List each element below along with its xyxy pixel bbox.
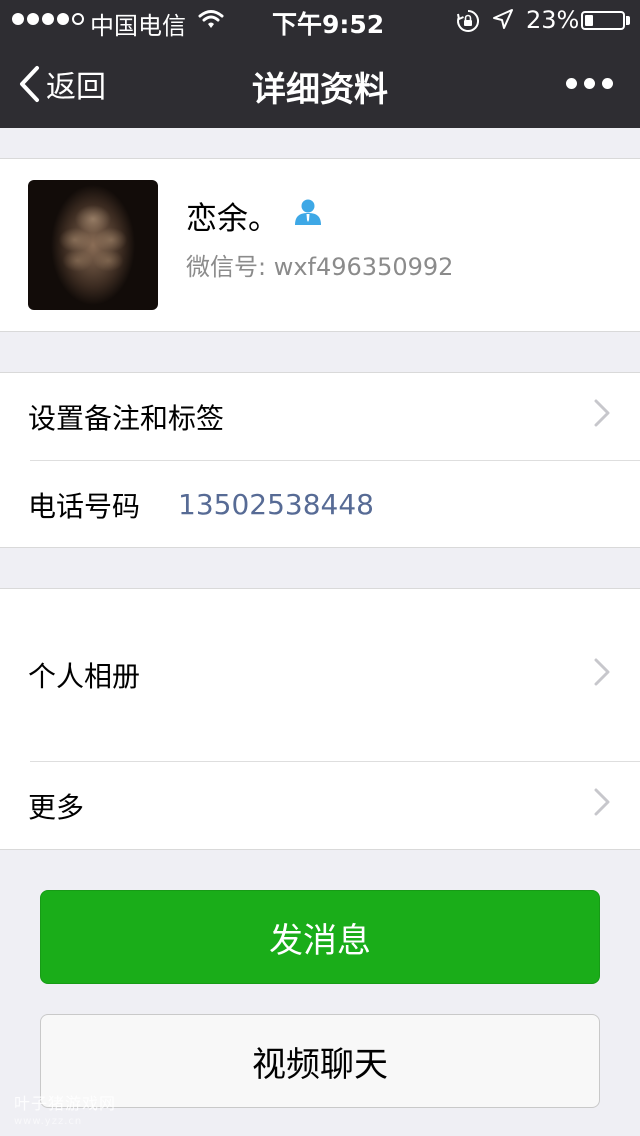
phone-number-link[interactable]: 13502538448 [178,488,374,521]
watermark-url: www.yzz.cn [14,1116,83,1127]
more-dots-icon[interactable] [562,74,617,93]
chevron-right-icon [594,658,610,693]
battery-icon [581,11,625,30]
rotation-lock-icon [456,9,480,39]
chevron-right-icon [594,399,610,434]
carrier-label: 中国电信 [90,12,186,40]
status-bar: 中国电信 下午9:52 23% [0,0,640,40]
send-message-button[interactable]: 发消息 [40,890,600,984]
avatar[interactable] [28,180,158,310]
album-row[interactable]: 个人相册 [0,589,640,761]
battery-tip [626,16,630,25]
media-card: 个人相册 更多 [0,588,640,850]
page-title: 详细资料 [252,70,388,110]
signal-dots-icon [12,13,84,25]
battery-percent: 23% [526,6,580,34]
remark-tags-row[interactable]: 设置备注和标签 [0,373,640,460]
more-row[interactable]: 更多 [0,762,640,849]
wifi-icon [198,8,224,36]
remark-tags-label: 设置备注和标签 [28,401,225,435]
video-chat-button[interactable]: 视频聊天 [40,1014,600,1108]
watermark-text: 叶子猪游戏网 [14,1094,117,1113]
album-label: 个人相册 [28,660,141,693]
nav-bar: 返回 详细资料 [0,40,640,128]
location-arrow-icon [492,8,514,36]
phone-label: 电话号码 [28,489,141,523]
top-bar: 中国电信 下午9:52 23% 返回 详细资料 [0,0,640,128]
battery-level [585,15,593,26]
more-label: 更多 [28,790,85,824]
chevron-right-icon [594,788,610,823]
wechat-id: 微信号: wxf496350992 [186,253,454,281]
watermark: 叶子猪游戏网 www.yzz.cn [14,1095,116,1131]
nickname-row: 恋余。 [186,193,323,238]
info-card: 设置备注和标签 电话号码 13502538448 [0,372,640,548]
person-icon [293,198,323,234]
phone-row: 电话号码 13502538448 [0,461,640,548]
nickname: 恋余。 [186,201,279,237]
clock: 下午9:52 [272,10,385,39]
profile-card: 恋余。 微信号: wxf496350992 [0,158,640,332]
